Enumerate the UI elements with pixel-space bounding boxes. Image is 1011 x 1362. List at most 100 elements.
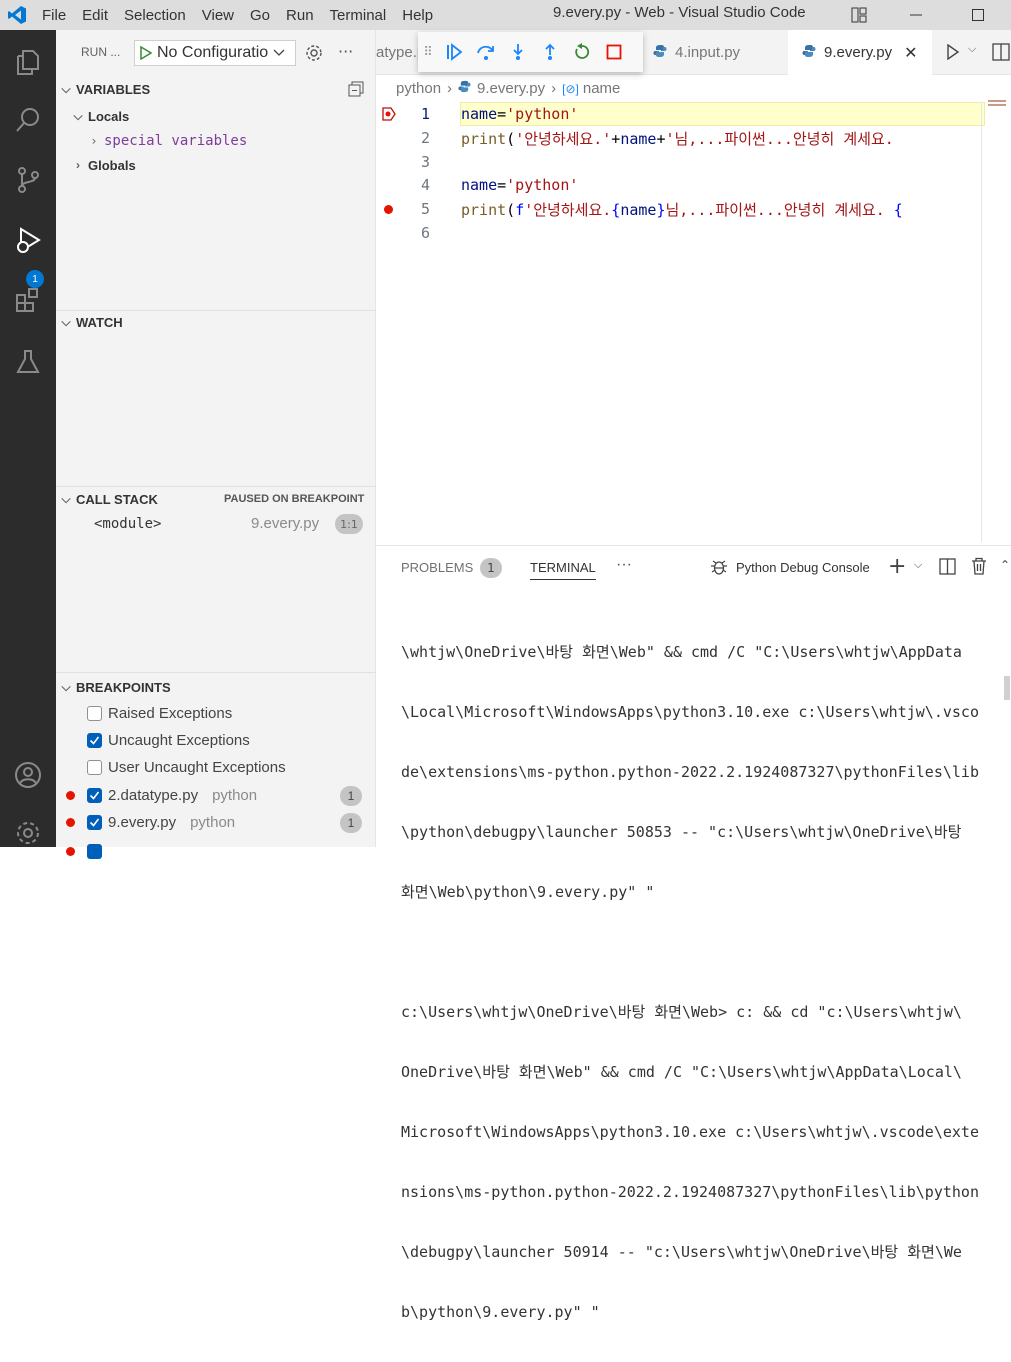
vertical-scrollbar[interactable] xyxy=(981,102,982,542)
chevron-down-icon xyxy=(269,49,289,57)
editor-area: atype.py 4.input.py 9.every.py ✕ ⌵ ⠿ pyt… xyxy=(376,30,1011,545)
bp-file-datatype[interactable]: 2.datatype.py python 1 xyxy=(56,782,376,809)
tab-input[interactable]: 4.input.py xyxy=(643,30,788,75)
globals-label: Globals xyxy=(88,157,136,173)
close-icon[interactable]: ✕ xyxy=(904,43,917,63)
trash-icon[interactable] xyxy=(971,557,987,579)
start-debugging-icon[interactable] xyxy=(135,46,157,60)
stack-frame[interactable]: <module> 9.every.py 1:1 xyxy=(56,510,376,538)
step-over-icon[interactable] xyxy=(470,43,502,61)
checkbox-checked[interactable] xyxy=(87,788,102,803)
search-icon[interactable] xyxy=(8,100,48,140)
watch-section: ⌵ WATCH xyxy=(56,311,376,333)
chevron-up-icon[interactable]: ⌃ xyxy=(1000,558,1010,572)
chevron-down-icon[interactable]: ⌵ xyxy=(914,558,922,572)
manage-gear-icon[interactable] xyxy=(8,813,48,853)
run-debug-icon[interactable] xyxy=(8,220,48,260)
menu-terminal[interactable]: Terminal xyxy=(322,7,395,24)
split-editor-icon[interactable] xyxy=(992,43,1010,65)
new-terminal-icon[interactable]: + xyxy=(888,554,906,579)
code-line[interactable]: 1 name='python' xyxy=(376,102,1011,126)
breakpoint-dot-icon[interactable] xyxy=(384,205,393,214)
code-line[interactable]: 2 print('안녕하세요.'+name+'님,...파이썬...안녕히 계세… xyxy=(376,126,1011,150)
minimize-button[interactable] xyxy=(893,0,939,30)
terminal-line: de\extensions\ms-python.python-2022.2.19… xyxy=(401,763,979,781)
section-divider xyxy=(56,672,376,673)
configuration-select[interactable]: No Configurations xyxy=(134,40,296,66)
split-terminal-icon[interactable] xyxy=(939,558,956,579)
menu-go[interactable]: Go xyxy=(242,7,278,24)
line-number: 4 xyxy=(420,176,430,194)
bp-uncaught-exceptions[interactable]: Uncaught Exceptions xyxy=(56,727,376,754)
layout-icon[interactable] xyxy=(836,0,882,30)
explorer-icon[interactable] xyxy=(8,42,48,82)
maximize-button[interactable] xyxy=(955,0,1001,30)
code-line[interactable]: 3 xyxy=(376,150,1011,174)
problems-count-badge: 1 xyxy=(480,558,502,578)
checkbox-checked[interactable] xyxy=(87,844,102,859)
code-line[interactable]: 5 print(f'안녕하세요.{name}님,...파이썬...안녕히 계세요… xyxy=(376,197,1011,221)
stop-icon[interactable] xyxy=(598,44,630,60)
panel-more-icon[interactable]: ··· xyxy=(616,556,632,574)
bp-label: Raised Exceptions xyxy=(108,705,233,722)
menu-edit[interactable]: Edit xyxy=(74,7,116,24)
breakpoint-dot-icon xyxy=(66,818,75,827)
chevron-down-icon[interactable]: ⌵ xyxy=(968,42,976,56)
menu-view[interactable]: View xyxy=(194,7,242,24)
special-variables-row[interactable]: › special variables xyxy=(56,127,376,154)
call-stack-header[interactable]: ⌵ CALL STACK PAUSED ON BREAKPOINT xyxy=(56,488,376,510)
collapse-all-icon[interactable] xyxy=(348,81,364,101)
source-control-icon[interactable] xyxy=(8,160,48,200)
step-out-icon[interactable] xyxy=(534,43,566,61)
chevron-down-icon: ⌵ xyxy=(61,81,71,96)
testing-icon[interactable] xyxy=(8,342,48,382)
menu-file[interactable]: File xyxy=(34,7,74,24)
breakpoints-header[interactable]: ⌵ BREAKPOINTS xyxy=(56,676,376,698)
terminal-name[interactable]: Python Debug Console xyxy=(736,560,870,575)
tab-label: 4.input.py xyxy=(675,44,741,61)
checkbox[interactable] xyxy=(87,760,102,775)
current-execution-icon xyxy=(382,107,396,125)
checkbox[interactable] xyxy=(87,706,102,721)
code-text: name='python' xyxy=(461,105,579,123)
chevron-right-icon: › xyxy=(447,80,453,97)
globals-scope[interactable]: › Globals xyxy=(56,154,376,176)
open-launch-gear-icon[interactable] xyxy=(304,43,324,67)
restart-icon[interactable] xyxy=(566,43,598,61)
checkbox-checked[interactable] xyxy=(87,733,102,748)
chevron-down-icon: ⌵ xyxy=(61,314,71,329)
code-line[interactable]: 6 xyxy=(376,221,1011,245)
step-into-icon[interactable] xyxy=(502,43,534,61)
menu-help[interactable]: Help xyxy=(394,7,441,24)
bp-user-uncaught-exceptions[interactable]: User Uncaught Exceptions xyxy=(56,754,376,781)
terminal-line: Microsoft\WindowsApps\python3.10.exe c:\… xyxy=(401,1123,979,1141)
terminal-scrollbar[interactable] xyxy=(1004,676,1010,700)
extensions-icon[interactable] xyxy=(8,280,48,320)
watch-header[interactable]: ⌵ WATCH xyxy=(56,311,376,333)
account-icon[interactable] xyxy=(8,755,48,795)
bp-raised-exceptions[interactable]: Raised Exceptions xyxy=(56,700,376,727)
code-line[interactable]: 4 name='python' xyxy=(376,173,1011,197)
bp-file-every[interactable]: 9.every.py python 1 xyxy=(56,809,376,836)
variables-header[interactable]: ⌵ VARIABLES xyxy=(56,78,376,100)
menu-run[interactable]: Run xyxy=(278,7,322,24)
tab-every[interactable]: 9.every.py ✕ xyxy=(788,30,932,75)
tab-problems[interactable]: PROBLEMS xyxy=(401,560,473,575)
breadcrumb-folder[interactable]: python xyxy=(396,80,441,97)
line-number: 3 xyxy=(420,153,430,171)
breadcrumb-symbol[interactable]: name xyxy=(583,80,621,97)
continue-icon[interactable] xyxy=(438,43,470,61)
bp-file-partial[interactable] xyxy=(56,838,376,865)
more-actions-icon[interactable]: ··· xyxy=(338,42,353,61)
debug-toolbar: ⠿ xyxy=(418,32,643,72)
terminal-output[interactable]: \whtjw\OneDrive\바탕 화면\Web" && cmd /C "C:… xyxy=(401,602,981,1362)
run-file-icon[interactable] xyxy=(946,43,960,64)
minimap[interactable] xyxy=(988,100,1008,112)
checkbox-checked[interactable] xyxy=(87,815,102,830)
tab-terminal[interactable]: TERMINAL xyxy=(530,560,596,580)
breadcrumb-file[interactable]: 9.every.py xyxy=(477,80,545,97)
menu-selection[interactable]: Selection xyxy=(116,7,194,24)
drag-handle-icon[interactable]: ⠿ xyxy=(418,45,438,60)
frame-name: <module> xyxy=(94,516,162,532)
locals-scope[interactable]: ⌵ Locals xyxy=(56,105,376,127)
